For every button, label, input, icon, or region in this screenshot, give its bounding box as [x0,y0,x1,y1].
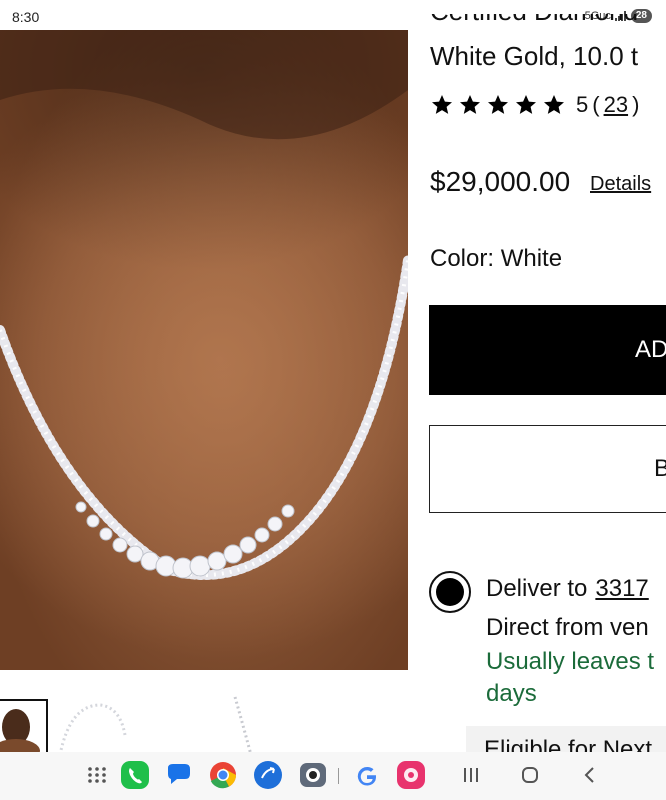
camera-icon[interactable] [298,760,328,790]
add-to-bag-button[interactable]: AD [429,305,666,395]
thumbnail-necklace-2[interactable] [225,695,265,755]
rating: 5 (23) [430,92,639,118]
product-title-partial: Certified Diamond [430,14,666,30]
deliver-radio[interactable] [429,571,471,613]
star-icon [544,95,564,114]
product-image[interactable] [0,30,408,670]
star-icon [432,95,452,114]
model-thumbnail-image [0,701,46,755]
delivery-address-link[interactable]: 3317 [595,575,648,602]
star-rating [430,93,566,117]
system-nav-bar [0,752,666,800]
thumbnail-strip [0,695,420,755]
review-count-open-paren: ( [592,92,600,117]
product-price: $29,000.00 [430,166,571,197]
thumbnail-selected[interactable] [0,699,48,755]
apps-grid-icon[interactable] [82,760,112,790]
gallery-icon[interactable] [396,760,426,790]
radio-selected-dot [436,578,464,606]
star-icon [488,95,508,114]
deliver-to-line: Deliver to 3317 [486,575,649,603]
home-icon[interactable] [515,760,545,790]
review-count-close-paren: ) [632,92,640,117]
recents-icon[interactable] [456,760,486,790]
thumbnail-necklace-1[interactable] [50,695,130,755]
star-icon [460,95,480,114]
star-icon [516,95,536,114]
nav-divider [338,768,339,784]
shipping-estimate: Usually leaves t days [486,646,666,710]
google-icon[interactable] [352,760,382,790]
phone-icon[interactable] [120,760,150,790]
direct-from-vendor-text: Direct from ven [486,614,649,641]
status-time: 8:30 [12,9,40,25]
back-icon[interactable] [575,760,605,790]
product-title: White Gold, 10.0 t [430,41,639,71]
secondary-action-button[interactable]: B [429,425,666,513]
necklace-illustration [0,30,408,670]
shipping-estimate-line1: Usually leaves t [486,648,655,675]
share-icon[interactable] [253,760,283,790]
messages-icon[interactable] [164,760,194,790]
review-count-link[interactable]: 23 [604,92,628,118]
chrome-icon[interactable] [208,760,238,790]
rating-value: 5 [576,92,589,117]
shipping-estimate-line2: days [486,680,537,707]
details-link[interactable]: Details [590,173,651,196]
deliver-label: Deliver to [486,575,588,602]
color-label: Color: White [430,245,563,272]
